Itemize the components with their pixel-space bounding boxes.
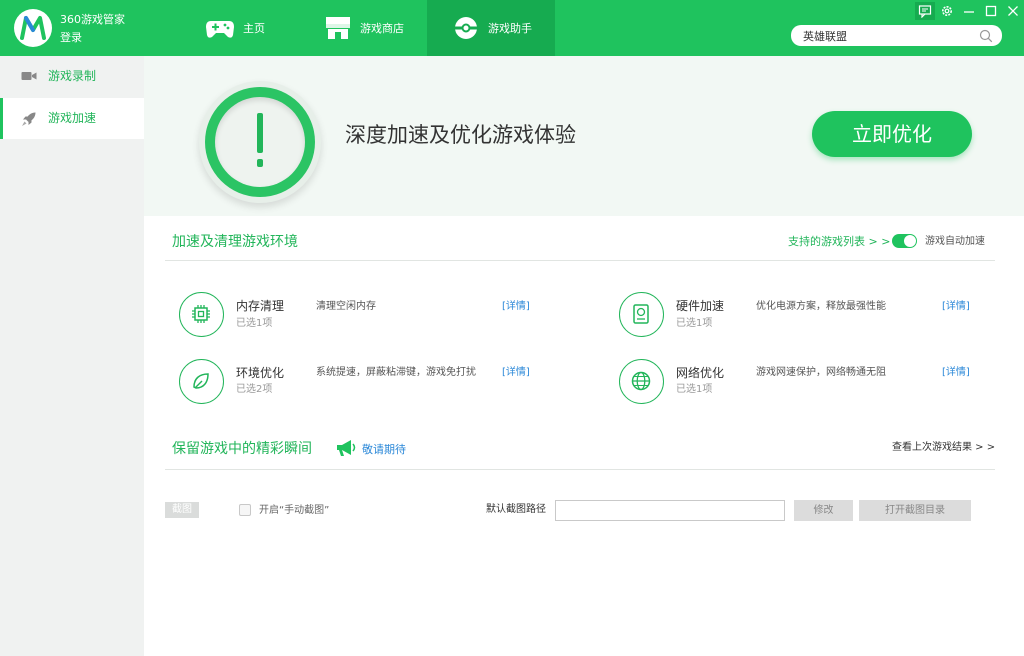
sidebar-item-accelerate[interactable]: 游戏加速 <box>0 98 144 139</box>
gear-icon <box>942 6 952 16</box>
megaphone-icon <box>337 440 356 456</box>
sidebar: 游戏录制 游戏加速 <box>0 56 144 656</box>
supported-games-link[interactable]: 支持的游戏列表 > > <box>788 235 890 249</box>
maximize-button[interactable] <box>981 2 1001 20</box>
auto-accelerate-toggle[interactable] <box>892 234 917 248</box>
status-badge <box>199 81 321 203</box>
feature-description: 系统提速，屏蔽粘滞键，游戏免打扰 <box>316 367 476 378</box>
section-title-capture: 保留游戏中的精彩瞬间 <box>172 441 312 457</box>
last-result-link[interactable]: 查看上次游戏结果 > > <box>892 441 995 455</box>
manual-screenshot-label: 开启“手动截图” <box>259 505 330 516</box>
feature-name: 内存清理 <box>236 299 285 313</box>
sidebar-item-label: 游戏加速 <box>48 111 97 125</box>
logo-icon <box>20 16 46 40</box>
rocket-icon <box>22 112 36 126</box>
tab-home-label: 主页 <box>243 22 265 35</box>
sidebar-item-label: 游戏录制 <box>48 69 97 83</box>
divider <box>165 469 995 470</box>
video-camera-icon <box>21 72 37 80</box>
optimize-now-button[interactable]: 立即优化 <box>812 111 972 157</box>
feedback-button[interactable] <box>915 2 935 20</box>
close-button[interactable] <box>1003 2 1023 20</box>
coming-soon-label[interactable]: 敬请期待 <box>362 443 406 457</box>
sidebar-item-record[interactable]: 游戏录制 <box>0 56 144 97</box>
login-link[interactable]: 登录 <box>60 30 82 46</box>
feature-name: 环境优化 <box>236 366 285 380</box>
settings-button[interactable] <box>937 2 957 20</box>
tab-store-label: 游戏商店 <box>360 22 404 35</box>
leaf-icon <box>179 359 224 404</box>
screenshot-path-label: 默认截图路径 <box>486 504 546 515</box>
chip-icon <box>179 292 224 337</box>
manual-screenshot-checkbox[interactable] <box>239 504 251 516</box>
app-title: 360游戏管家 <box>60 13 125 26</box>
hard-drive-icon <box>619 292 664 337</box>
app-logo <box>14 9 52 47</box>
feature-selected-count: 已选2项 <box>236 384 273 395</box>
feature-detail-link[interactable]: [详情] <box>942 300 970 313</box>
minimize-icon <box>964 11 974 13</box>
tab-helper[interactable]: 游戏助手 <box>427 0 555 56</box>
search-icon[interactable] <box>979 29 993 43</box>
section-title-accelerate: 加速及清理游戏环境 <box>172 234 298 250</box>
gamepad-icon <box>206 21 234 38</box>
feature-name: 网络优化 <box>676 366 725 380</box>
minimize-button[interactable] <box>959 2 979 20</box>
open-screenshot-dir-button[interactable]: 打开截图目录 <box>859 500 971 521</box>
maximize-icon <box>985 5 997 17</box>
title-bar: 360游戏管家 登录 主页 游戏商店 游戏助手 <box>0 0 1024 56</box>
search-box <box>791 25 1002 46</box>
hero-headline: 深度加速及优化游戏体验 <box>345 123 576 147</box>
tab-store[interactable]: 游戏商店 <box>308 0 420 56</box>
hero-banner: 深度加速及优化游戏体验 立即优化 <box>144 56 1024 216</box>
tab-helper-label: 游戏助手 <box>488 22 532 35</box>
feature-name: 硬件加速 <box>676 299 725 313</box>
feature-detail-link[interactable]: [详情] <box>942 366 970 379</box>
store-icon <box>326 17 350 39</box>
feature-detail-link[interactable]: [详情] <box>502 366 530 379</box>
feature-description: 游戏网速保护，网络畅通无阻 <box>756 367 886 378</box>
close-icon <box>1008 6 1018 16</box>
screenshot-path-field[interactable] <box>555 500 785 521</box>
auto-accelerate-label: 游戏自动加速 <box>925 236 985 247</box>
globe-icon <box>619 359 664 404</box>
pokeball-icon <box>455 17 477 39</box>
feature-selected-count: 已选1项 <box>236 318 273 329</box>
feature-detail-link[interactable]: [详情] <box>502 300 530 313</box>
feedback-icon <box>918 5 932 18</box>
feature-description: 优化电源方案，释放最强性能 <box>756 301 886 312</box>
divider <box>165 260 995 261</box>
tab-home[interactable]: 主页 <box>190 0 300 56</box>
search-input[interactable] <box>803 27 973 44</box>
screenshot-tag: 截图 <box>165 502 199 518</box>
exclamation-icon <box>257 113 263 167</box>
modify-path-button[interactable]: 修改 <box>794 500 853 521</box>
feature-selected-count: 已选1项 <box>676 318 713 329</box>
feature-selected-count: 已选1项 <box>676 384 713 395</box>
feature-description: 清理空闲内存 <box>316 301 376 312</box>
